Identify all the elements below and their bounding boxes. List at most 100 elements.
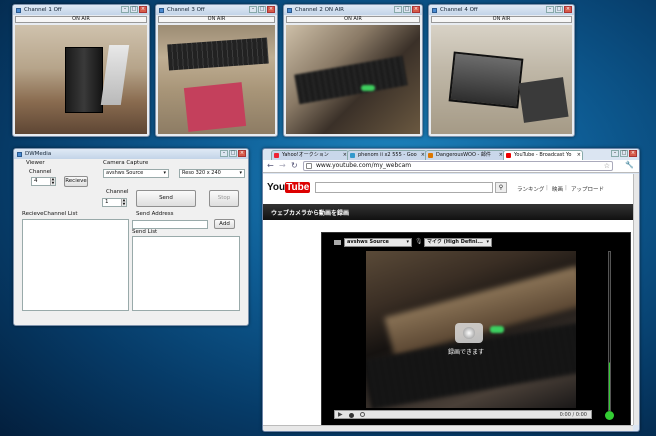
send-channel-value: 1	[105, 199, 109, 205]
tab-close-icon[interactable]: ×	[577, 151, 581, 160]
window-title: Channel 4 Off	[440, 7, 478, 13]
channel-window-3[interactable]: Channel 3 Off – □ × ON AIR	[155, 4, 278, 137]
mouse-pad	[183, 82, 247, 132]
maximize-button[interactable]: □	[555, 6, 563, 13]
volume-slider[interactable]	[605, 411, 614, 420]
send-list[interactable]	[132, 236, 240, 311]
search-input[interactable]	[315, 182, 493, 193]
nav-movies[interactable]: 映画	[552, 185, 563, 193]
mail-favicon-icon	[428, 153, 433, 158]
resolution-select[interactable]: Reso 320 x 240	[179, 169, 245, 178]
channel-window-2[interactable]: Channel 2 ON AIR – □ × ON AIR	[283, 4, 423, 137]
recieve-list-label: RecieveChannel List	[22, 211, 78, 217]
channel-window-1[interactable]: Channel 1 Off – □ × ON AIR	[12, 4, 150, 137]
title-bar[interactable]: DWMedia – □ ×	[14, 149, 248, 159]
address-bar[interactable]: www.youtube.com/my_webcam ☆	[303, 161, 613, 171]
title-bar[interactable]: Channel 3 Off – □ ×	[156, 5, 277, 15]
microphone-select[interactable]: マイク (High Defini... ▾	[424, 238, 492, 247]
tab-youtube[interactable]: YouTube - Broadcast Yo ×	[503, 150, 583, 160]
keyboard	[167, 37, 269, 71]
horizontal-scrollbar[interactable]	[263, 425, 633, 431]
maximize-button[interactable]: □	[403, 6, 411, 13]
forward-arrow-icon[interactable]: →	[279, 161, 286, 170]
maximize-button[interactable]: □	[229, 150, 237, 157]
volume-icon[interactable]	[360, 412, 365, 417]
minimize-button[interactable]: –	[394, 6, 402, 13]
browser-window[interactable]: Yahoo!オークション × phenom ii x2 555 - Goo × Da…	[262, 148, 640, 432]
minimize-button[interactable]: –	[220, 150, 228, 157]
camera-source-select[interactable]: avshws Source ▾	[344, 238, 412, 247]
youtube-logo[interactable]: YouTube	[267, 182, 311, 193]
spinner-arrows[interactable]: ▲ ▼	[50, 177, 55, 185]
record-dot-icon	[463, 327, 475, 339]
vertical-scrollbar[interactable]	[633, 174, 639, 425]
camera-source-select[interactable]: avshws Source	[103, 169, 169, 178]
on-air-button[interactable]: ON AIR	[15, 16, 147, 23]
on-air-button[interactable]: ON AIR	[431, 16, 572, 23]
minimize-button[interactable]: –	[611, 150, 619, 157]
chevron-down-icon: ▾	[406, 239, 409, 245]
minimize-button[interactable]: –	[121, 6, 129, 13]
star-icon[interactable]: ☆	[604, 162, 610, 170]
logo-you: You	[267, 182, 286, 193]
app-icon	[287, 7, 292, 13]
app-icon	[16, 7, 21, 13]
close-button[interactable]: ×	[629, 150, 637, 157]
play-icon[interactable]: ▶	[338, 411, 343, 418]
on-air-button[interactable]: ON AIR	[286, 16, 420, 23]
minimize-button[interactable]: –	[546, 6, 554, 13]
tab-label: DangerousWOO - 邮件	[436, 152, 491, 158]
minimize-button[interactable]: –	[249, 6, 257, 13]
send-button[interactable]: Send	[136, 190, 196, 207]
record-button[interactable]	[455, 323, 483, 343]
wrench-icon[interactable]: 🔧	[625, 161, 634, 169]
maximize-button[interactable]: □	[620, 150, 628, 157]
close-button[interactable]: ×	[238, 150, 246, 157]
logo-tube: Tube	[285, 182, 311, 193]
send-address-input[interactable]	[132, 220, 208, 229]
url-text: www.youtube.com/my_webcam	[316, 162, 412, 169]
page-icon	[306, 163, 312, 169]
browser-toolbar: ← → ↻ www.youtube.com/my_webcam ☆ 🔧	[263, 160, 639, 173]
channel-window-4[interactable]: Channel 4 Off – □ × ON AIR	[428, 4, 575, 137]
back-arrow-icon[interactable]: ←	[267, 161, 274, 170]
title-bar[interactable]: Channel 4 Off – □ ×	[429, 5, 574, 15]
tab-dangerouswoo[interactable]: DangerousWOO - 邮件 ×	[425, 150, 505, 160]
close-button[interactable]: ×	[412, 6, 420, 13]
window-title: Channel 1 Off	[24, 7, 62, 13]
dwmedia-window[interactable]: DWMedia – □ × Viewer Channel 4 ▲ ▼ Recieve C…	[13, 148, 249, 326]
time-display: 0:00 / 0:00	[559, 412, 587, 418]
channel-number-input[interactable]: 4 ▲ ▼	[31, 177, 56, 186]
send-channel-input[interactable]: 1 ▲ ▼	[102, 198, 127, 207]
title-bar[interactable]: Channel 1 Off – □ ×	[13, 5, 149, 15]
tab-yahoo[interactable]: Yahoo!オークション ×	[271, 150, 349, 160]
maximize-button[interactable]: □	[130, 6, 138, 13]
youtube-favicon-icon	[506, 153, 511, 158]
google-favicon-icon	[350, 153, 355, 158]
add-button[interactable]: Add	[214, 219, 235, 229]
window-title: DWMedia	[25, 151, 52, 157]
nav-upload[interactable]: アップロード	[571, 185, 604, 193]
spinner-arrows[interactable]: ▲ ▼	[121, 198, 126, 206]
on-air-button[interactable]: ON AIR	[158, 16, 275, 23]
record-dot-icon[interactable]	[349, 413, 354, 418]
tab-label: phenom ii x2 555 - Goo	[358, 152, 417, 158]
maximize-button[interactable]: □	[258, 6, 266, 13]
stop-button[interactable]: Stop	[209, 190, 239, 207]
tab-label: YouTube - Broadcast Yo	[514, 152, 572, 158]
tab-google[interactable]: phenom ii x2 555 - Goo ×	[347, 150, 427, 160]
recieve-button[interactable]: Recieve	[64, 176, 88, 187]
reload-icon[interactable]: ↻	[291, 161, 298, 170]
close-button[interactable]: ×	[267, 6, 275, 13]
close-button[interactable]: ×	[564, 6, 572, 13]
search-button[interactable]: ⚲	[495, 182, 507, 193]
camera-capture-label: Camera Capture	[103, 160, 149, 166]
camera-feed	[15, 25, 147, 134]
recorder-panel: avshws Source ▾ 🎙 マイク (High Defini... ▾ 録画…	[321, 232, 631, 425]
recieve-channel-list[interactable]	[22, 219, 129, 311]
nav-ranking[interactable]: ランキング	[517, 185, 544, 193]
camera-feed	[286, 25, 420, 134]
close-button[interactable]: ×	[139, 6, 147, 13]
title-bar[interactable]: Channel 2 ON AIR – □ ×	[284, 5, 422, 15]
chevron-down-icon: ▾	[486, 239, 489, 246]
